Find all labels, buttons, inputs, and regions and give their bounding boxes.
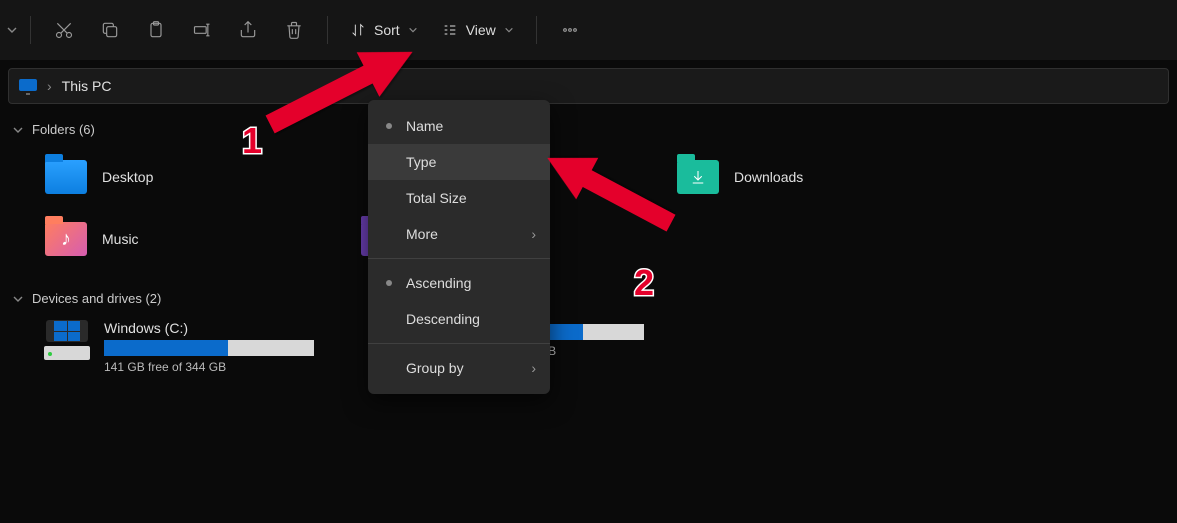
chevron-down-icon bbox=[408, 22, 418, 38]
menu-separator bbox=[368, 258, 550, 259]
section-title: Folders (6) bbox=[32, 122, 95, 137]
menu-label: Group by bbox=[406, 360, 464, 376]
more-icon[interactable] bbox=[547, 8, 593, 52]
menu-label: Total Size bbox=[406, 190, 467, 206]
menu-label: Type bbox=[406, 154, 436, 170]
menu-item-group-by[interactable]: Group by › bbox=[368, 350, 550, 386]
annotation-step-2: 2 bbox=[634, 262, 654, 304]
drive-c[interactable]: Windows (C:) 141 GB free of 344 GB bbox=[44, 320, 314, 374]
drive-icon bbox=[44, 320, 90, 360]
drives-grid: Windows (C:) 141 GB free of 344 GB 170 G… bbox=[12, 320, 1165, 374]
folder-label: Music bbox=[102, 231, 139, 247]
annotation-step-1: 1 bbox=[242, 120, 262, 162]
drive-free: 141 GB free of 344 GB bbox=[104, 360, 314, 374]
share-icon[interactable] bbox=[225, 8, 271, 52]
breadcrumb-root[interactable]: This PC bbox=[62, 78, 112, 94]
menu-item-total-size[interactable]: Total Size bbox=[368, 180, 550, 216]
section-title: Devices and drives (2) bbox=[32, 291, 161, 306]
drive-name: Windows (C:) bbox=[104, 320, 314, 336]
paste-icon[interactable] bbox=[133, 8, 179, 52]
menu-item-descending[interactable]: Descending bbox=[368, 301, 550, 337]
section-drives[interactable]: Devices and drives (2) bbox=[12, 291, 1165, 306]
menu-item-more[interactable]: More › bbox=[368, 216, 550, 252]
toolbar: Sort View bbox=[0, 0, 1177, 60]
menu-item-ascending[interactable]: Ascending bbox=[368, 265, 550, 301]
view-button[interactable]: View bbox=[430, 8, 526, 52]
menu-label: Descending bbox=[406, 311, 480, 327]
delete-icon[interactable] bbox=[271, 8, 317, 52]
menu-item-name[interactable]: Name bbox=[368, 108, 550, 144]
chevron-down-icon[interactable] bbox=[4, 0, 20, 60]
cut-icon[interactable] bbox=[41, 8, 87, 52]
chevron-right-icon: › bbox=[531, 226, 536, 242]
menu-separator bbox=[368, 343, 550, 344]
menu-label: More bbox=[406, 226, 438, 242]
chevron-right-icon: › bbox=[531, 360, 536, 376]
view-label: View bbox=[466, 22, 496, 38]
menu-label: Name bbox=[406, 118, 443, 134]
separator bbox=[30, 16, 31, 44]
menu-label: Ascending bbox=[406, 275, 471, 291]
chevron-down-icon bbox=[504, 22, 514, 38]
usage-bar bbox=[104, 340, 314, 356]
folder-label: Desktop bbox=[102, 169, 153, 185]
folder-desktop[interactable]: Desktop bbox=[44, 151, 360, 203]
sort-menu: Name Type Total Size More › Ascending De… bbox=[368, 100, 550, 394]
separator bbox=[327, 16, 328, 44]
folder-icon bbox=[45, 160, 87, 194]
separator bbox=[536, 16, 537, 44]
address-bar[interactable]: › This PC bbox=[8, 68, 1169, 104]
copy-icon[interactable] bbox=[87, 8, 133, 52]
folder-music[interactable]: ♪ Music bbox=[44, 213, 360, 265]
folder-icon: ♪ bbox=[45, 222, 87, 256]
this-pc-icon bbox=[19, 79, 37, 93]
folder-label: Downloads bbox=[734, 169, 803, 185]
chevron-right-icon: › bbox=[47, 78, 52, 94]
folder-downloads[interactable]: Downloads bbox=[676, 151, 992, 203]
section-folders[interactable]: Folders (6) bbox=[12, 122, 1165, 137]
rename-icon[interactable] bbox=[179, 8, 225, 52]
menu-item-type[interactable]: Type bbox=[368, 144, 550, 180]
folder-icon bbox=[677, 160, 719, 194]
